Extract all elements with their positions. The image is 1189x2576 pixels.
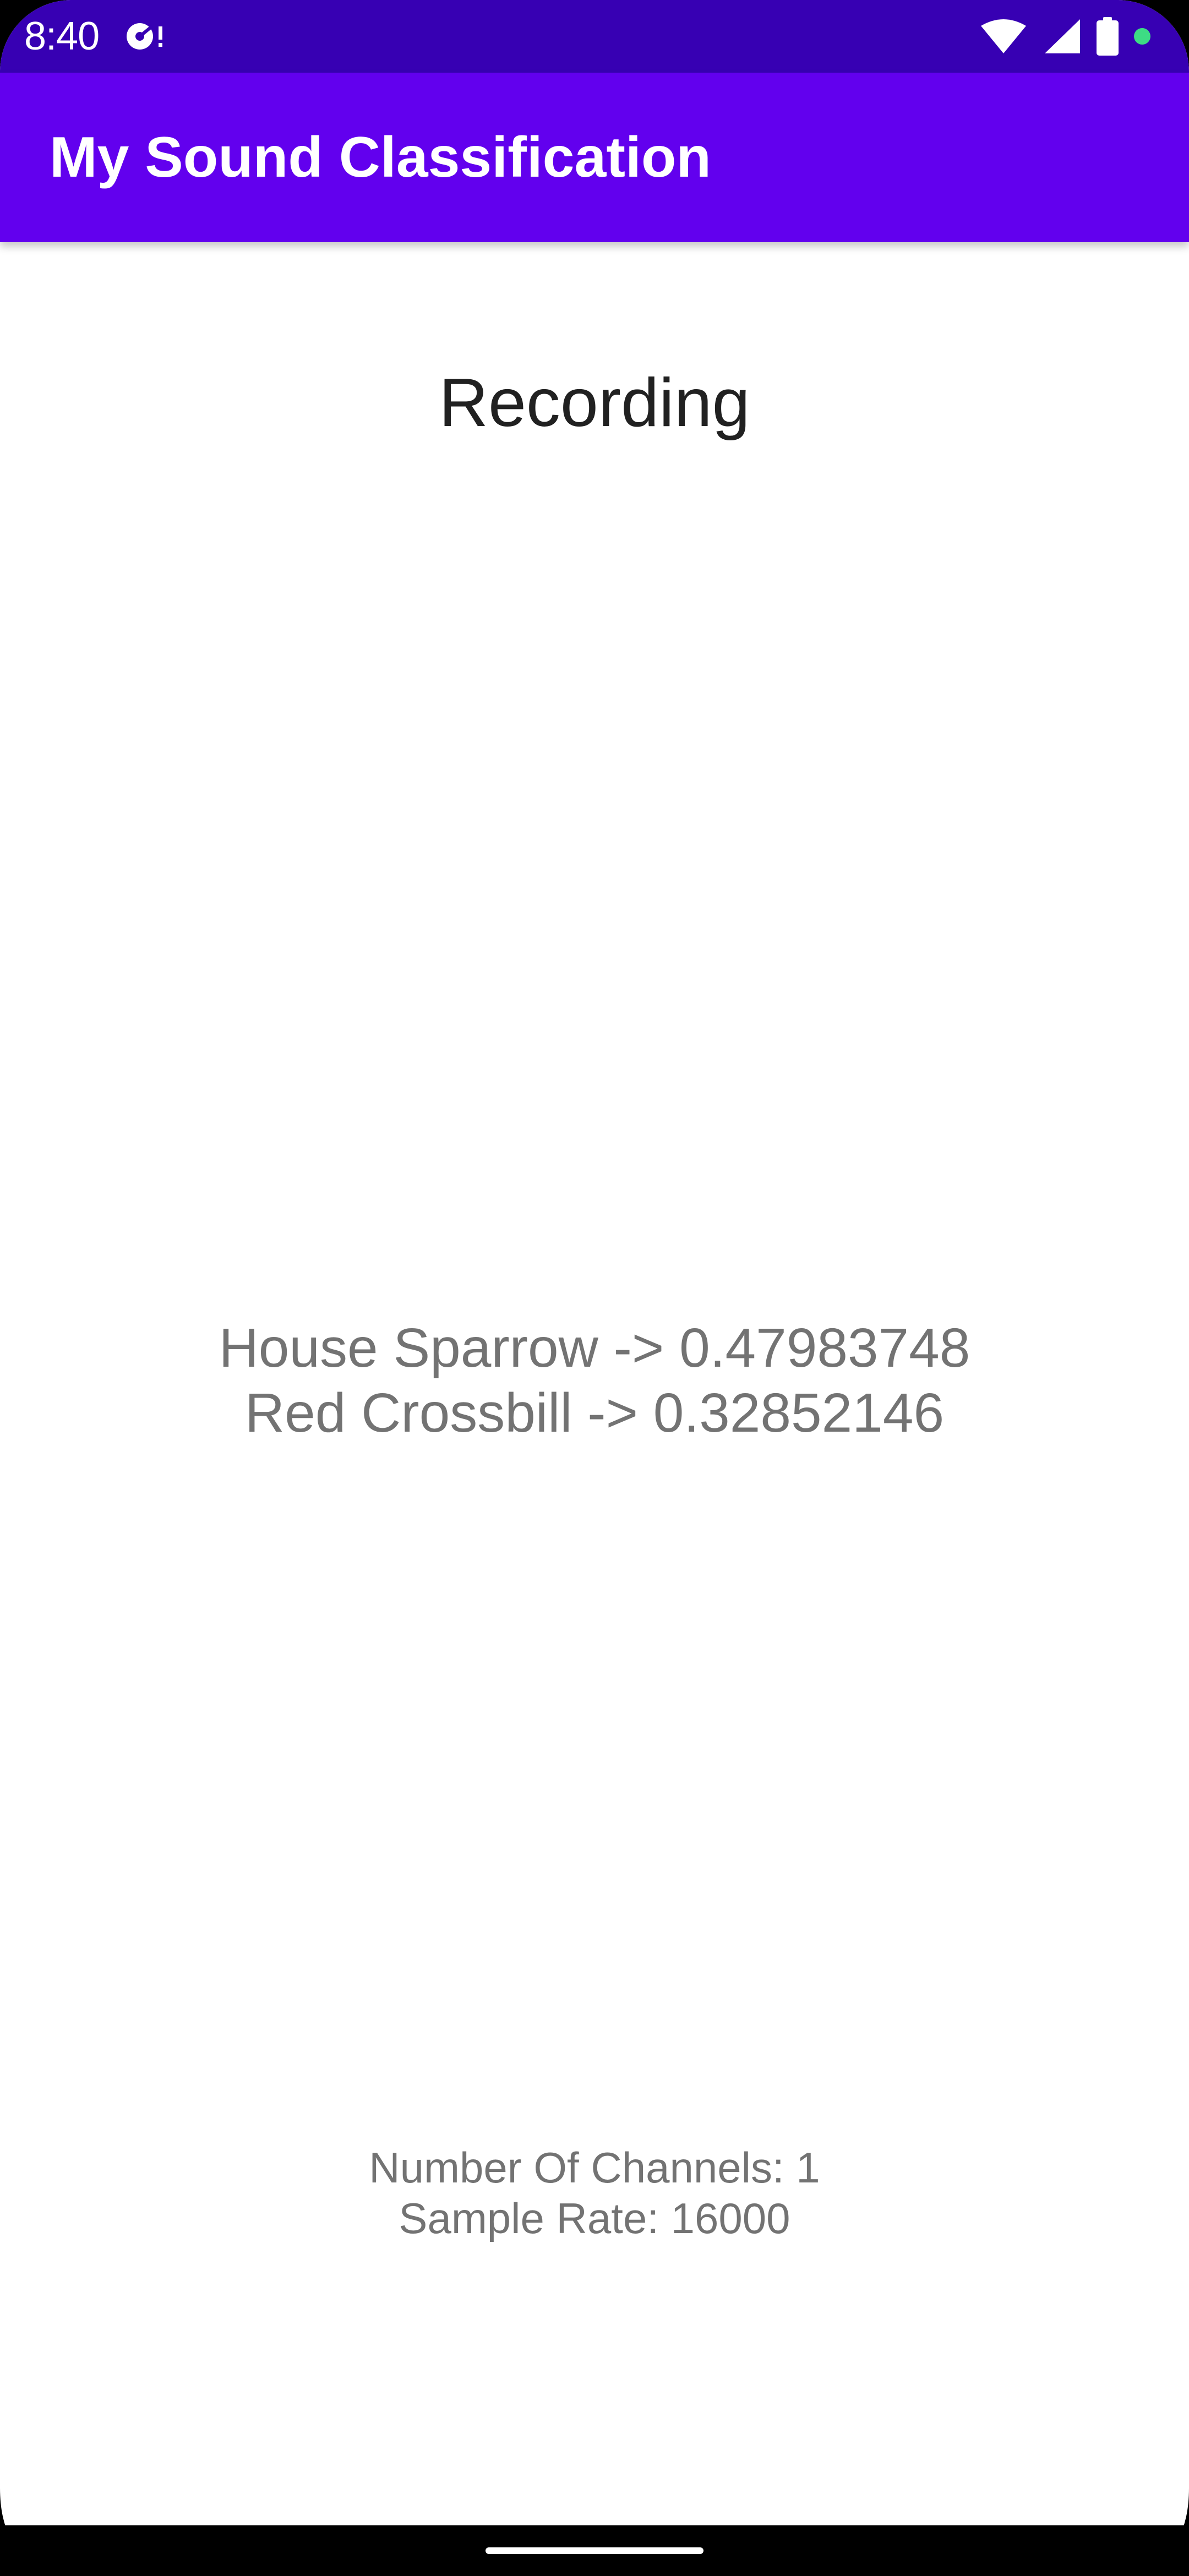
status-bar: 8:40	[0, 0, 1189, 73]
app-bar: My Sound Classification	[0, 73, 1189, 242]
sample-rate-label: Sample Rate: 16000	[399, 2194, 790, 2242]
result-line: Red Crossbill -> 0.32852146	[244, 1382, 945, 1444]
signal-icon	[1043, 18, 1081, 54]
status-icons	[980, 17, 1150, 56]
result-line: House Sparrow -> 0.47983748	[219, 1317, 970, 1379]
wifi-icon	[980, 18, 1027, 54]
notification-icon	[124, 19, 168, 54]
battery-icon	[1097, 17, 1119, 56]
classification-results: House Sparrow -> 0.47983748 Red Crossbil…	[0, 1316, 1189, 1445]
status-time: 8:40	[24, 14, 100, 58]
recording-status-label: Recording	[439, 365, 750, 441]
screen-corner	[1101, 2488, 1189, 2576]
audio-info: Number Of Channels: 1 Sample Rate: 16000	[0, 2142, 1189, 2244]
app-screen: 8:40 My Sound Classification Recording H…	[0, 0, 1189, 2576]
screen-corner	[0, 2488, 88, 2576]
channels-label: Number Of Channels: 1	[369, 2143, 820, 2192]
app-title: My Sound Classification	[50, 125, 711, 189]
home-gesture-handle[interactable]	[486, 2547, 703, 2554]
privacy-indicator-dot	[1134, 28, 1150, 45]
navigation-bar	[0, 2525, 1189, 2576]
